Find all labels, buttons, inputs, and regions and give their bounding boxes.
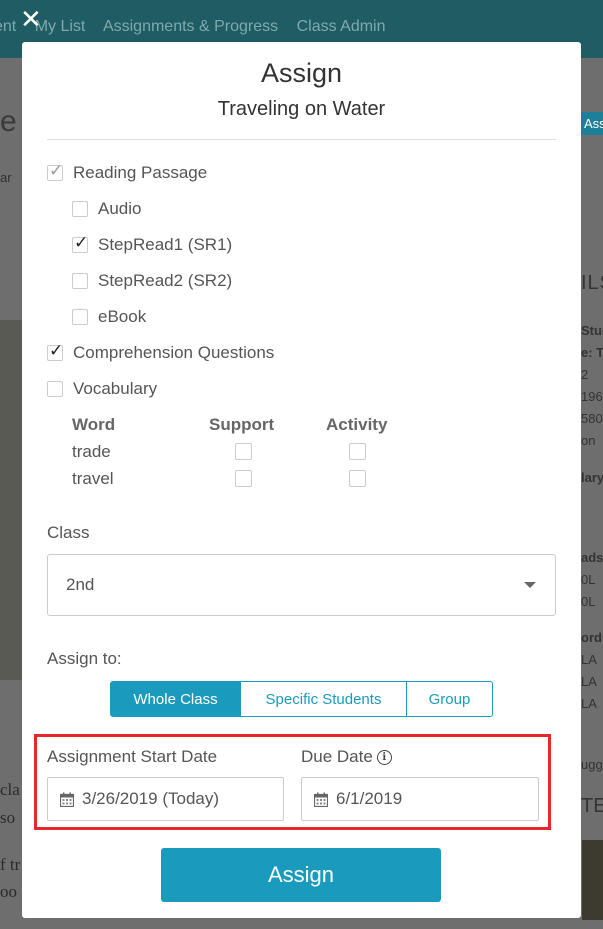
bg-fragment: ugg bbox=[581, 757, 603, 772]
nav-item-my-list[interactable]: My List bbox=[35, 18, 86, 35]
ebook-checkbox[interactable] bbox=[72, 309, 88, 325]
bg-fragment: 0L bbox=[581, 572, 596, 587]
reading-passage-option[interactable]: Reading Passage bbox=[47, 161, 208, 183]
bg-fragment: ords bbox=[581, 630, 603, 645]
bg-fragment: 0L bbox=[581, 594, 596, 609]
bg-fragment: 580 bbox=[581, 411, 603, 426]
class-label: Class bbox=[47, 523, 90, 542]
bg-fragment: Stud bbox=[581, 323, 603, 338]
top-nav: ent My List Assignments & Progress Class… bbox=[0, 18, 400, 36]
modal-subtitle: Traveling on Water bbox=[217, 98, 386, 120]
bg-fragment: LA bbox=[581, 696, 597, 711]
stepread1-checkbox[interactable] bbox=[72, 233, 88, 253]
specific-students-button[interactable]: Specific Students bbox=[241, 681, 407, 717]
support-column-header: Support bbox=[209, 415, 275, 434]
support-checkbox-travel[interactable] bbox=[235, 470, 252, 487]
stepread2-option[interactable]: StepRead2 (SR2) bbox=[72, 271, 232, 291]
activity-checkbox-trade[interactable] bbox=[349, 443, 366, 460]
activity-column-header: Activity bbox=[326, 415, 388, 434]
due-date-input[interactable]: 6/1/2019 bbox=[301, 777, 539, 821]
bg-fragment: 196 bbox=[581, 389, 603, 404]
bg-fragment: ILS bbox=[581, 272, 603, 294]
comprehension-checkbox[interactable] bbox=[47, 341, 63, 361]
vocabulary-label: Vocabulary bbox=[73, 379, 158, 398]
stepread2-label: StepRead2 (SR2) bbox=[98, 271, 233, 290]
bg-fragment: LA bbox=[581, 674, 597, 689]
audio-label: Audio bbox=[98, 199, 142, 218]
bg-fragment: e bbox=[0, 105, 17, 138]
bg-fragment: lary bbox=[581, 470, 603, 485]
bg-fragment: f tr bbox=[0, 855, 21, 874]
start-date-value: 3/26/2019 (Today) bbox=[82, 789, 220, 808]
activity-checkbox-travel[interactable] bbox=[349, 470, 366, 487]
bg-fragment: Ass bbox=[581, 112, 603, 135]
audio-option[interactable]: Audio bbox=[72, 199, 141, 219]
vocabulary-checkbox[interactable] bbox=[47, 381, 63, 397]
bg-fragment: ads bbox=[581, 550, 603, 565]
start-date-label: Assignment Start Date bbox=[47, 747, 218, 766]
assign-button[interactable]: Assign bbox=[161, 848, 441, 902]
calendar-icon bbox=[60, 792, 74, 807]
start-date-input[interactable]: 3/26/2019 (Today) bbox=[47, 777, 284, 821]
stepread1-option[interactable]: StepRead1 (SR1) bbox=[72, 233, 233, 255]
due-date-label: Due Date bbox=[301, 747, 373, 766]
nav-item-class-admin[interactable]: Class Admin bbox=[297, 18, 386, 35]
calendar-icon bbox=[314, 792, 328, 807]
bg-fragment: 2 bbox=[581, 367, 589, 382]
whole-class-button[interactable]: Whole Class bbox=[110, 681, 241, 717]
audio-checkbox[interactable] bbox=[72, 201, 88, 217]
bg-fragment: oo bbox=[0, 882, 17, 901]
bg-fragment: on bbox=[581, 433, 596, 448]
bg-fragment: ar bbox=[0, 170, 12, 185]
assign-to-label: Assign to: bbox=[47, 649, 122, 668]
due-date-value: 6/1/2019 bbox=[336, 789, 403, 808]
reading-passage-label: Reading Passage bbox=[73, 163, 208, 182]
group-button[interactable]: Group bbox=[407, 681, 493, 717]
stepread2-checkbox[interactable] bbox=[72, 273, 88, 289]
chevron-down-icon bbox=[524, 582, 536, 588]
nav-item-assignments[interactable]: Assignments & Progress bbox=[103, 18, 278, 35]
class-select-value: 2nd bbox=[66, 575, 95, 594]
background-image-right bbox=[582, 840, 603, 920]
reading-passage-checkbox[interactable] bbox=[47, 161, 63, 181]
vocabulary-option[interactable]: Vocabulary bbox=[47, 379, 157, 399]
word-column-header: Word bbox=[72, 415, 116, 434]
background-image bbox=[0, 320, 22, 680]
stepread1-label: StepRead1 (SR1) bbox=[98, 235, 233, 254]
vocab-word: trade bbox=[72, 442, 111, 461]
bg-fragment: TE bbox=[581, 795, 603, 817]
bg-fragment: so bbox=[0, 808, 16, 827]
due-date-label-wrap: Due Date i bbox=[301, 747, 392, 767]
modal-title: Assign bbox=[260, 58, 343, 88]
nav-item[interactable]: ent bbox=[0, 18, 16, 35]
close-icon[interactable]: ✕ bbox=[20, 6, 42, 32]
assign-to-segmented-control: Whole Class Specific Students Group bbox=[110, 681, 493, 717]
divider bbox=[47, 139, 556, 140]
vocab-word: travel bbox=[72, 469, 114, 488]
ebook-option[interactable]: eBook bbox=[72, 307, 146, 327]
class-select[interactable]: 2nd bbox=[47, 554, 556, 616]
assign-modal: Assign Traveling on Water Reading Passag… bbox=[22, 42, 581, 918]
comprehension-option[interactable]: Comprehension Questions bbox=[47, 341, 275, 363]
bg-fragment: LA bbox=[581, 652, 597, 667]
support-checkbox-trade[interactable] bbox=[235, 443, 252, 460]
info-icon[interactable]: i bbox=[376, 750, 392, 766]
comprehension-label: Comprehension Questions bbox=[73, 343, 275, 362]
bg-fragment: e: T bbox=[581, 345, 603, 360]
bg-fragment: cla bbox=[0, 780, 20, 799]
ebook-label: eBook bbox=[98, 307, 147, 326]
